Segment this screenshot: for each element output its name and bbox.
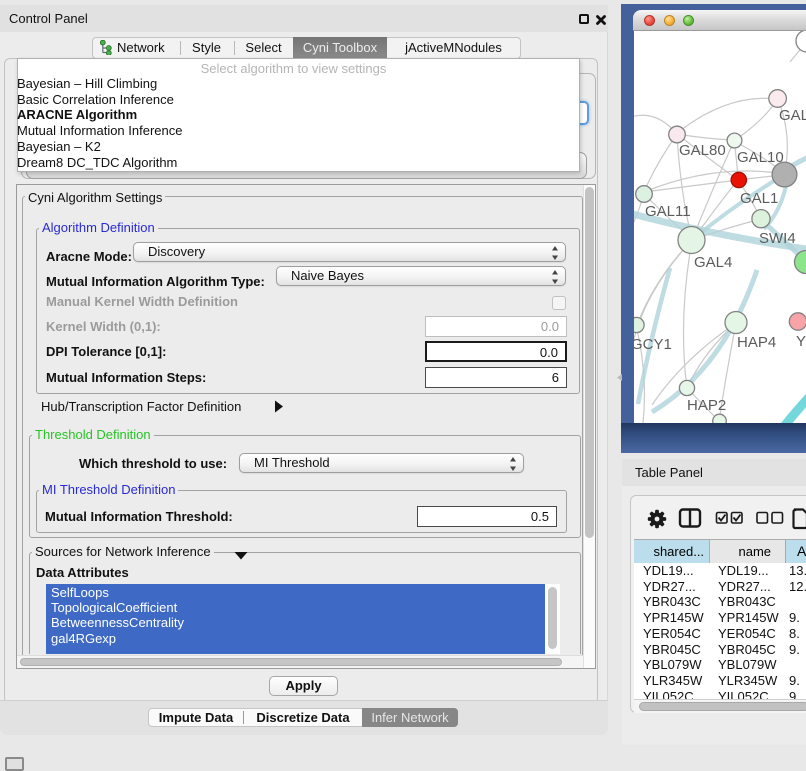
svg-text:SWI4: SWI4	[759, 230, 796, 247]
svg-text:GCY1: GCY1	[634, 336, 672, 353]
svg-text:GAL10: GAL10	[737, 149, 784, 166]
svg-text:GAL7: GAL7	[779, 107, 806, 124]
svg-text:YE: YE	[796, 333, 806, 350]
svg-text:GAL11: GAL11	[645, 203, 691, 220]
svg-text:HAP4: HAP4	[737, 334, 776, 351]
svg-text:GAL80: GAL80	[679, 142, 726, 159]
svg-text:GAL4: GAL4	[694, 254, 732, 271]
svg-text:HAP2: HAP2	[687, 397, 726, 414]
svg-text:GAL1: GAL1	[740, 190, 778, 207]
